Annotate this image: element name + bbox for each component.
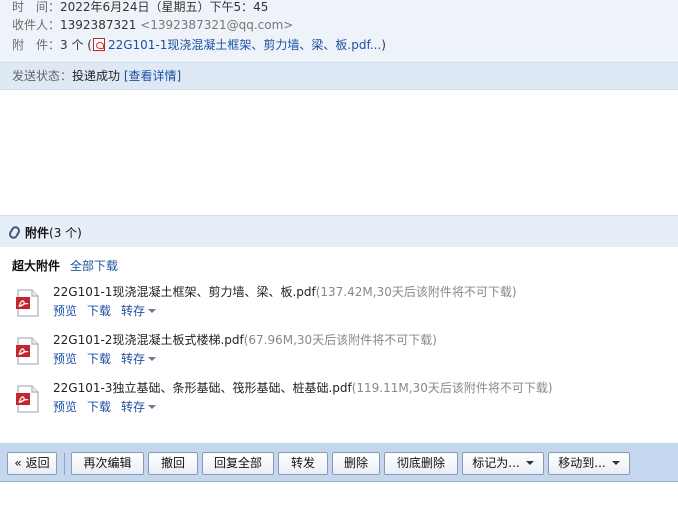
mail-header: 时 间：2022年6月24日（星期五）下午5：45 收件人：1392387321…: [0, 0, 678, 62]
preview-link[interactable]: 预览: [53, 352, 77, 366]
mark-as-dropdown[interactable]: 标记为...: [462, 452, 544, 475]
attachment-count-text: 3 个 (: [60, 38, 92, 52]
attachment-actions: 预览 下载 转存: [53, 303, 166, 320]
attachments-title: 附件: [25, 226, 50, 240]
recipient-email: <1392387321@qq.com>: [140, 18, 294, 32]
pdf-file-icon[interactable]: [15, 337, 41, 365]
recall-button[interactable]: 撤回: [148, 452, 198, 475]
back-button[interactable]: « 返回: [7, 452, 57, 475]
status-detail-link[interactable]: [查看详情]: [124, 69, 181, 83]
attachment-summary-row: 附 件：3 个 ( 22G101-1现浇混凝土框架、剪力墙、梁、板.pdf...): [12, 36, 386, 54]
attachments-count: (3 个): [49, 226, 82, 240]
paperclip-icon: [7, 224, 22, 241]
delete-button[interactable]: 删除: [332, 452, 380, 475]
chevron-down-icon: [148, 405, 157, 409]
super-attachment-row: 超大附件 全部下载: [12, 258, 118, 274]
download-link[interactable]: 下载: [87, 352, 111, 366]
attachment-filename[interactable]: 22G101-2现浇混凝土板式楼梯.pdf: [53, 333, 244, 347]
time-row: 时 间：2022年6月24日（星期五）下午5：45: [12, 0, 268, 16]
attachments-header: 附件(3 个): [0, 215, 678, 247]
save-to-dropdown[interactable]: 转存: [121, 304, 157, 318]
save-to-dropdown[interactable]: 转存: [121, 400, 157, 414]
recipient-row: 收件人：1392387321 <1392387321@qq.com>: [12, 16, 293, 34]
preview-link[interactable]: 预览: [53, 304, 77, 318]
time-label: 时 间：: [12, 0, 61, 14]
pdf-mini-icon: [92, 38, 105, 51]
save-to-dropdown[interactable]: 转存: [121, 352, 157, 366]
delivery-status-bar: 发送状态：投递成功 [查看详情]: [0, 62, 678, 90]
super-attachment-label: 超大附件: [12, 259, 61, 273]
attachment-meta: (119.11M,30天后该附件将不可下载): [351, 381, 553, 395]
recipient-label: 收件人：: [12, 18, 61, 32]
chevron-down-icon: [611, 461, 620, 465]
mark-as-label: 标记为...: [472, 456, 520, 470]
download-link[interactable]: 下载: [87, 400, 111, 414]
move-to-dropdown[interactable]: 移动到...: [548, 452, 630, 475]
first-attachment-link[interactable]: 22G101-1现浇混凝土框架、剪力墙、梁、板.pdf...: [108, 38, 381, 52]
chevron-down-icon: [148, 309, 157, 313]
pdf-file-icon[interactable]: [15, 385, 41, 413]
attachment-name-line: 22G101-2现浇混凝土板式楼梯.pdf(67.96M,30天后该附件将不可下…: [53, 332, 437, 349]
pdf-file-icon[interactable]: [15, 289, 41, 317]
forward-button[interactable]: 转发: [278, 452, 328, 475]
attachment-label: 附 件：: [12, 38, 61, 52]
attachment-item: 22G101-3独立基础、条形基础、筏形基础、桩基础.pdf(119.11M,3…: [12, 380, 652, 422]
mail-toolbar: « 返回 再次编辑 撤回 回复全部 转发 删除 彻底删除 标记为... 移动到.…: [0, 443, 678, 482]
chevron-down-icon: [148, 357, 157, 361]
attachment-actions: 预览 下载 转存: [53, 351, 166, 368]
attachment-actions: 预览 下载 转存: [53, 399, 166, 416]
chevron-down-icon: [525, 461, 534, 465]
status-value: 投递成功: [72, 69, 121, 83]
status-label: 发送状态：: [12, 69, 73, 83]
attachment-filename[interactable]: 22G101-3独立基础、条形基础、筏形基础、桩基础.pdf: [53, 381, 352, 395]
attachment-meta: (67.96M,30天后该附件将不可下载): [243, 333, 437, 347]
move-to-label: 移动到...: [558, 456, 606, 470]
reedit-button[interactable]: 再次编辑: [71, 452, 144, 475]
attachment-name-line: 22G101-1现浇混凝土框架、剪力墙、梁、板.pdf(137.42M,30天后…: [53, 284, 517, 301]
reply-all-button[interactable]: 回复全部: [202, 452, 274, 475]
recipient-name[interactable]: 1392387321: [60, 18, 136, 32]
delete-permanent-button[interactable]: 彻底删除: [384, 452, 458, 475]
attachment-name-line: 22G101-3独立基础、条形基础、筏形基础、桩基础.pdf(119.11M,3…: [53, 380, 553, 397]
download-link[interactable]: 下载: [87, 304, 111, 318]
attachment-item: 22G101-2现浇混凝土板式楼梯.pdf(67.96M,30天后该附件将不可下…: [12, 332, 652, 374]
attachment-filename[interactable]: 22G101-1现浇混凝土框架、剪力墙、梁、板.pdf: [53, 285, 316, 299]
time-value: 2022年6月24日（星期五）下午5：45: [60, 0, 269, 14]
save-to-label: 转存: [121, 304, 146, 318]
attachment-item: 22G101-1现浇混凝土框架、剪力墙、梁、板.pdf(137.42M,30天后…: [12, 284, 652, 326]
preview-link[interactable]: 预览: [53, 400, 77, 414]
attachment-meta: (137.42M,30天后该附件将不可下载): [315, 285, 517, 299]
save-to-label: 转存: [121, 352, 146, 366]
save-to-label: 转存: [121, 400, 146, 414]
toolbar-separator: [64, 453, 65, 475]
download-all-link[interactable]: 全部下载: [70, 259, 118, 273]
attachment-close-paren: ): [381, 38, 386, 52]
